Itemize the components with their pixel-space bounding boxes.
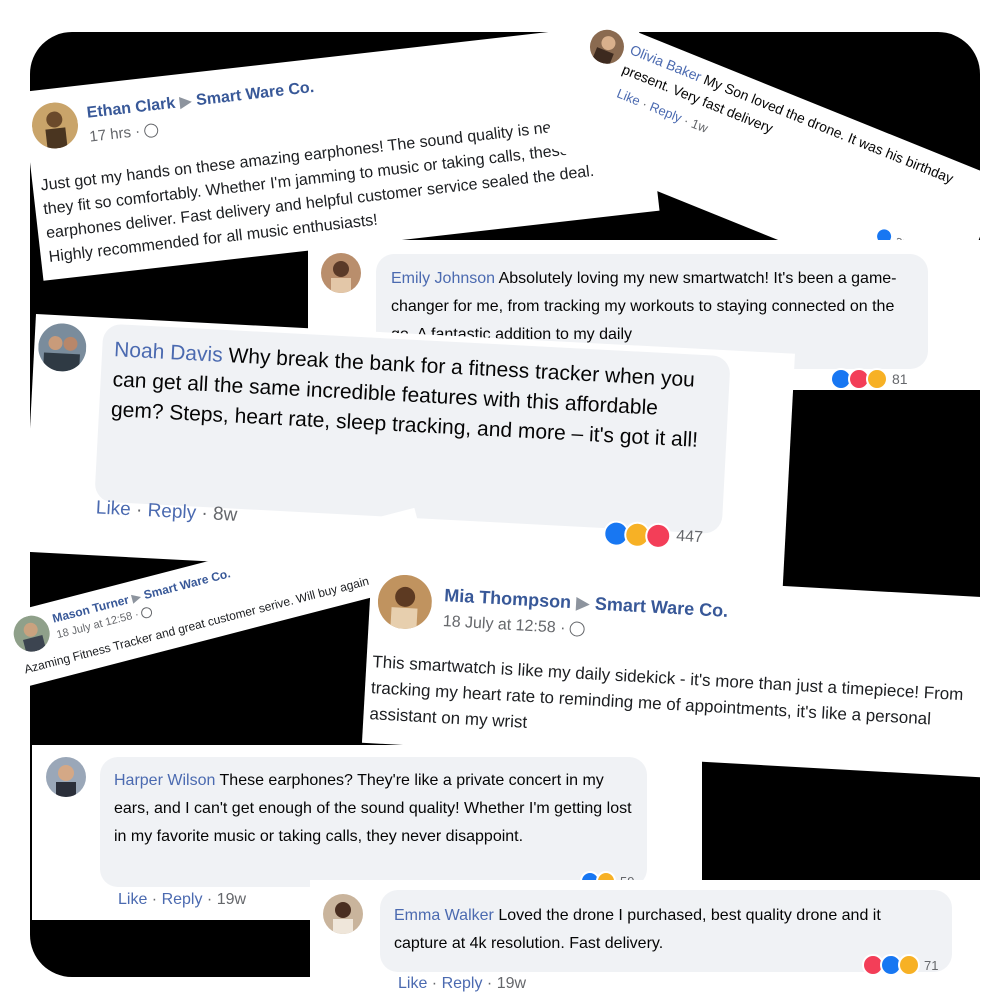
user-avatar[interactable] (29, 100, 81, 151)
post-timestamp[interactable]: 18 July at 12:58 (442, 613, 556, 636)
play-arrow-icon: ▶ (130, 589, 143, 606)
comment-time[interactable]: 19w (497, 975, 526, 992)
like-link[interactable]: Like (398, 975, 427, 992)
play-arrow-icon: ▶ (575, 592, 591, 614)
like-link[interactable]: Like (118, 891, 147, 908)
user-avatar[interactable] (376, 573, 434, 631)
commenter-name[interactable]: Noah Davis (114, 338, 224, 367)
reply-link[interactable]: Reply (162, 891, 203, 908)
commenter-name[interactable]: Emma Walker (394, 907, 494, 924)
page-name[interactable]: Smart Ware Co. (594, 594, 728, 621)
globe-icon (140, 605, 154, 619)
commenter-name[interactable]: Harper Wilson (114, 772, 215, 789)
haha-reaction-icon (898, 954, 920, 976)
love-reaction-icon (644, 522, 672, 550)
globe-icon (569, 621, 586, 638)
user-avatar[interactable] (9, 611, 54, 656)
like-link[interactable]: Like (95, 497, 131, 520)
user-avatar[interactable] (37, 322, 88, 373)
haha-reaction-icon (866, 368, 888, 390)
user-avatar[interactable] (46, 757, 86, 797)
page-name[interactable]: Smart Ware Co. (195, 79, 315, 109)
reply-link[interactable]: Reply (442, 975, 483, 992)
post-timestamp[interactable]: 17 hrs (89, 124, 132, 146)
comment-time[interactable]: 19w (217, 891, 246, 908)
reaction-count: 447 (675, 527, 704, 547)
comment-time[interactable]: 8w (212, 504, 237, 526)
user-avatar[interactable] (323, 894, 363, 934)
reaction-count: 71 (924, 957, 939, 973)
author-name[interactable]: Mia Thompson (444, 585, 572, 612)
reply-link[interactable]: Reply (147, 500, 197, 524)
reaction-count: 81 (892, 371, 908, 387)
comment-text: Emma Walker Loved the drone I purchased,… (394, 902, 934, 958)
play-arrow-icon: ▶ (178, 92, 193, 112)
reaction-summary[interactable]: 447 (602, 520, 704, 551)
comment-text: Harper Wilson These earphones? They're l… (114, 767, 634, 851)
commenter-name[interactable]: Emily Johnson (391, 270, 495, 287)
comment-time[interactable]: 1w (689, 116, 710, 136)
like-link[interactable]: Like (615, 86, 643, 109)
reaction-summary[interactable]: 71 (862, 954, 938, 976)
user-avatar[interactable] (584, 24, 630, 69)
author-name[interactable]: Ethan Clark (86, 95, 176, 122)
user-avatar[interactable] (321, 253, 361, 293)
globe-icon (143, 122, 160, 139)
reaction-summary[interactable]: 81 (830, 368, 908, 390)
comment-emma-walker: Emma Walker Loved the drone I purchased,… (310, 880, 1000, 1000)
